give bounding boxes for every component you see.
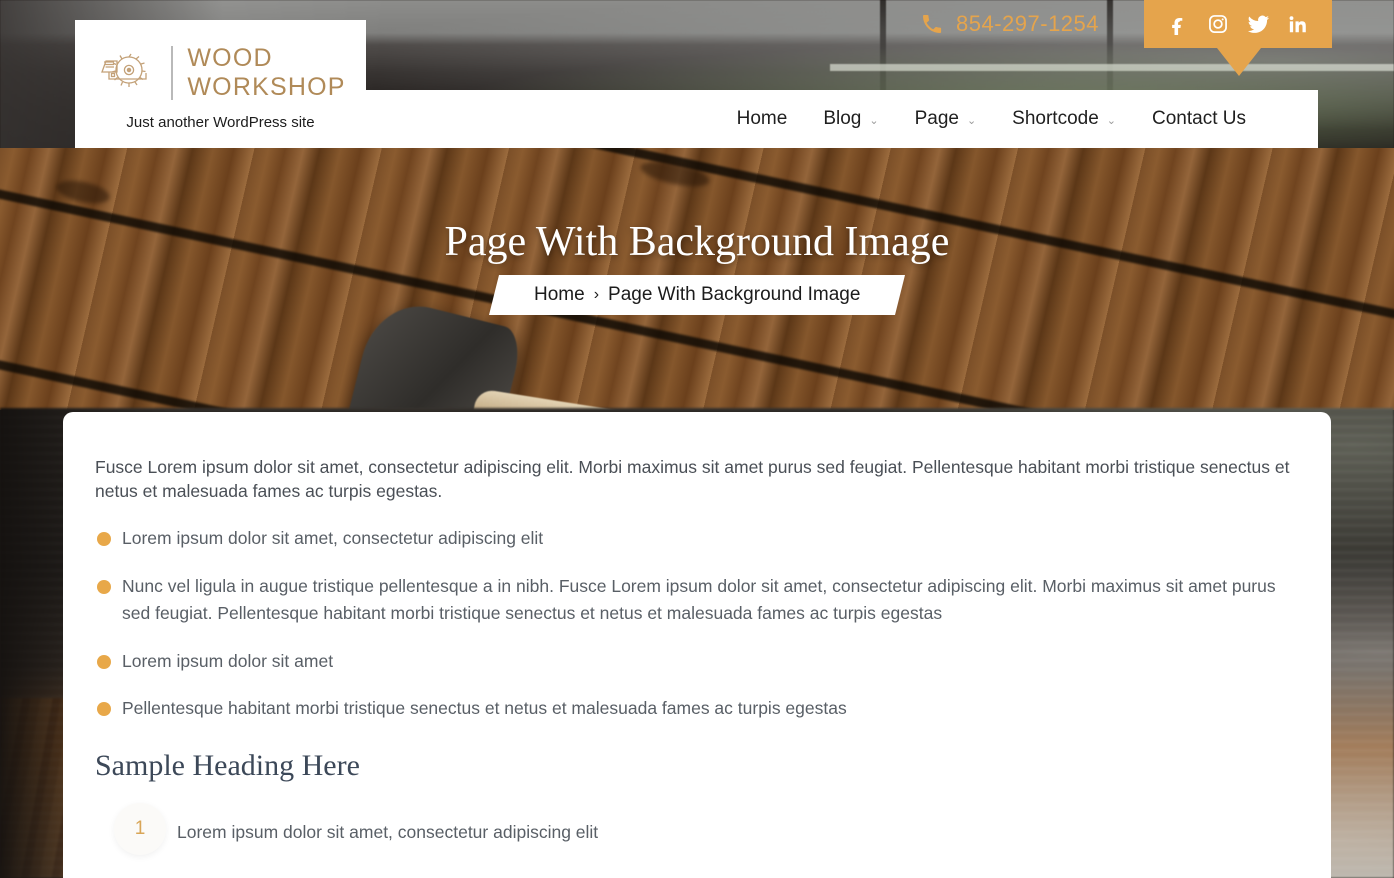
intro-paragraph: Fusce Lorem ipsum dolor sit amet, consec… (95, 457, 1290, 501)
logo-divider (171, 45, 174, 100)
content-card: Fusce Lorem ipsum dolor sit amet, consec… (63, 412, 1331, 878)
breadcrumb-separator-icon: › (593, 286, 599, 303)
logo-line-1: WOOD (187, 43, 273, 72)
chevron-down-icon: ⌄ (1106, 114, 1117, 127)
chevron-down-icon: ⌄ (966, 114, 977, 127)
nav-item-home[interactable]: Home (719, 108, 806, 130)
page-title: Page With Background Image (444, 219, 950, 265)
phone-number: 854-297-1254 (956, 11, 1100, 36)
nav-label: Blog (823, 108, 862, 129)
nav-item-contact-us[interactable]: Contact Us (1134, 108, 1264, 130)
facebook-icon[interactable] (1166, 12, 1190, 36)
breadcrumb: Home › Page With Background Image (488, 275, 906, 315)
chevron-down-icon: ⌄ (869, 114, 879, 127)
wood-plank-gap (0, 300, 1394, 410)
nav-item-shortcode[interactable]: Shortcode ⌄ (994, 108, 1134, 130)
nav-label: Page (914, 108, 959, 129)
circular-saw-icon (95, 48, 157, 97)
nav-item-page[interactable]: Page ⌄ (897, 108, 995, 130)
linkedin-icon[interactable] (1286, 12, 1310, 36)
page-root: 854-297-1254 Home Blog ⌄ Page ⌄ Shortcod… (0, 0, 1394, 878)
breadcrumb-inner: Home › Page With Background Image (534, 284, 860, 306)
wood-floor-decoration (0, 698, 70, 878)
numbered-list: 1 Lorem ipsum dolor sit amet, consectetu… (95, 802, 1299, 878)
logo-wordmark: WOOD WORKSHOP (187, 44, 345, 102)
list-number-badge: 1 (114, 802, 166, 855)
nav-item-blog[interactable]: Blog ⌄ (805, 108, 896, 130)
logo-row: WOOD WORKSHOP (95, 44, 345, 102)
nav-menu: Home Blog ⌄ Page ⌄ Shortcode ⌄ Contact U… (719, 108, 1264, 130)
nav-label: Contact Us (1152, 108, 1246, 129)
list-item: Nunc vel ligula in augue tristique pelle… (95, 573, 1299, 628)
breadcrumb-wrapper: Home › Page With Background Image (0, 275, 1394, 315)
list-item: 1 Lorem ipsum dolor sit amet, consectetu… (95, 802, 1299, 863)
list-item: Pellentesque habitant morbi tristique se… (95, 695, 1299, 722)
list-item: Lorem ipsum dolor sit amet (95, 648, 1299, 675)
nav-label: Shortcode (1012, 108, 1099, 129)
breadcrumb-current: Page With Background Image (607, 284, 861, 305)
window-sill-decoration (830, 64, 1394, 71)
bullet-list: Lorem ipsum dolor sit amet, consectetur … (95, 525, 1299, 722)
site-logo-block[interactable]: WOOD WORKSHOP Just another WordPress sit… (75, 20, 366, 148)
site-tagline: Just another WordPress site (126, 113, 315, 131)
list-item-text: Lorem ipsum dolor sit amet, consectetur … (177, 821, 599, 842)
phone-icon (920, 12, 944, 36)
header-phone[interactable]: 854-297-1254 (920, 10, 1099, 38)
instagram-icon[interactable] (1206, 12, 1230, 36)
social-links-bar (1144, 0, 1332, 48)
nav-label: Home (736, 108, 788, 129)
section-heading: Sample Heading Here (95, 748, 360, 782)
list-item: Lorem ipsum dolor sit amet, consectetur … (95, 525, 1299, 552)
twitter-icon[interactable] (1246, 12, 1270, 36)
social-bar-pointer (1217, 48, 1261, 76)
logo-line-2: WORKSHOP (187, 72, 346, 101)
breadcrumb-link-home[interactable]: Home (534, 284, 585, 306)
